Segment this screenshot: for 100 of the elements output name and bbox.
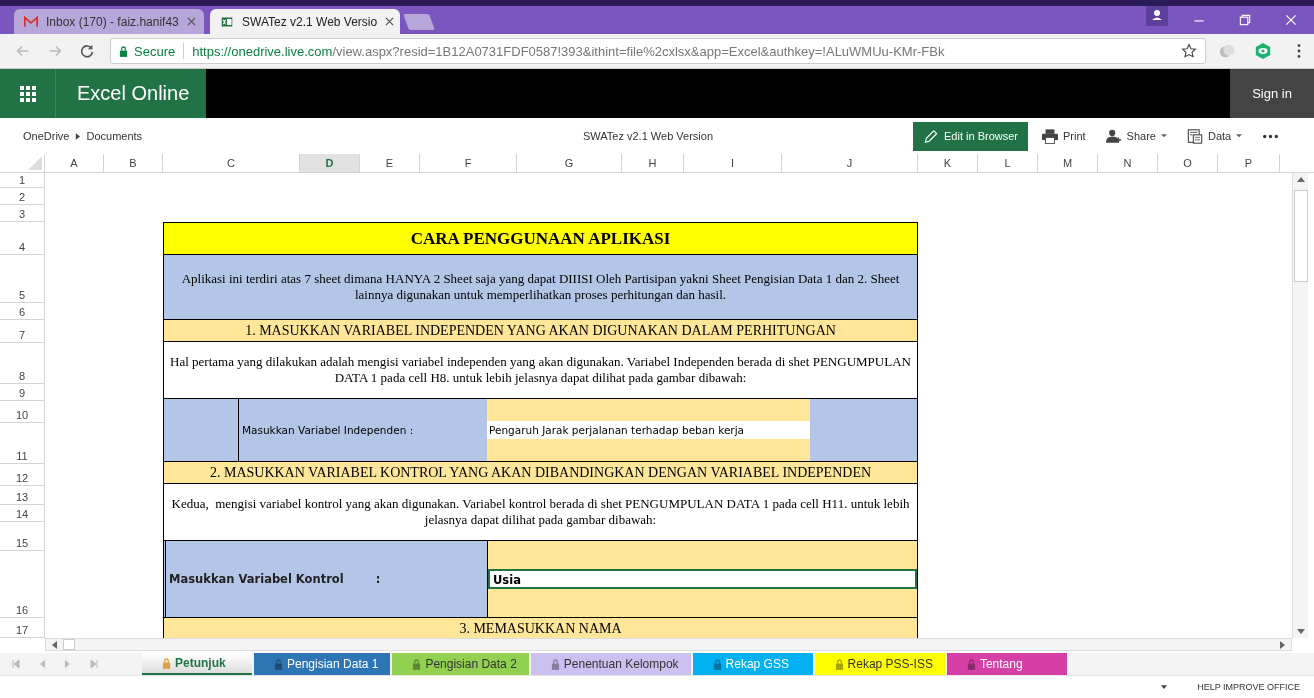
lock-icon bbox=[966, 658, 976, 670]
lock-icon bbox=[412, 658, 422, 670]
toolbar-button[interactable]: Print bbox=[1032, 121, 1096, 151]
section-heading: 2. MASUKKAN VARIABEL KONTROL YANG AKAN DIBANDINGKAN DENGAN VARIABEL INDEPENDEN bbox=[163, 462, 918, 484]
input-field[interactable]: Pengaruh Jarak perjalanan terhadap beban kerja bbox=[487, 421, 810, 439]
left-arrow-icon[interactable] bbox=[52, 640, 57, 649]
breadcrumb-link[interactable]: OneDrive bbox=[23, 130, 70, 142]
lock-icon bbox=[834, 658, 844, 670]
row-header[interactable]: 14 bbox=[0, 505, 44, 522]
right-arrow-icon[interactable] bbox=[1280, 640, 1285, 649]
new-tab-button[interactable] bbox=[403, 14, 435, 30]
breadcrumb-link[interactable]: Documents bbox=[86, 130, 143, 142]
toolbar-button[interactable]: Edit in Browser bbox=[913, 121, 1028, 151]
person-add-icon bbox=[1105, 128, 1122, 144]
profile-icon[interactable] bbox=[1146, 6, 1168, 26]
row-header[interactable]: 7 bbox=[0, 320, 44, 343]
first-sheet-icon[interactable] bbox=[12, 660, 20, 668]
instruction-paragraph: Hal pertama yang dilakukan adalah mengisi variabel independen yang akan digunakan. Variabel Independen berada di shet PENGUMPULAN DATA 1 pada cell H8. untuk lebih jelasnya dapat dilihat pada gambar dibawah: bbox=[163, 342, 918, 399]
up-arrow-icon[interactable] bbox=[1296, 177, 1305, 182]
caret-icon[interactable] bbox=[1161, 685, 1168, 689]
address-field[interactable]: Secure https://onedrive.live.com/view.aspx?resid=1B12A0731FDF0587!393&ithint=file%2cxlsx&app=Excel&authkey=!ALuWMUu-KMr-FBk bbox=[110, 38, 1206, 64]
column-header[interactable]: M bbox=[1038, 154, 1098, 172]
spreadsheet-icon bbox=[220, 15, 234, 28]
row-header[interactable]: 2 bbox=[0, 188, 44, 205]
printer-icon bbox=[1042, 128, 1058, 144]
column-header[interactable]: H bbox=[622, 154, 684, 172]
previous-sheet-icon[interactable] bbox=[38, 660, 46, 668]
sign-in-button[interactable]: Sign in bbox=[1230, 69, 1314, 118]
toolbar-button[interactable]: Share bbox=[1095, 121, 1177, 151]
mail-icon bbox=[24, 15, 38, 28]
sheet-tab[interactable]: Penentuan Kelompok bbox=[530, 653, 691, 675]
column-header[interactable]: O bbox=[1158, 154, 1218, 172]
document-title: SWATez v2.1 Web Version bbox=[583, 130, 715, 142]
input-field[interactable]: Usia bbox=[488, 569, 917, 589]
grid-icon bbox=[19, 85, 36, 102]
close-icon[interactable] bbox=[385, 17, 395, 26]
lock-icon bbox=[712, 658, 722, 670]
sheet-tab[interactable]: Pengisian Data 1 bbox=[254, 653, 391, 675]
sheet-tab[interactable]: Rekap PSS-ISS bbox=[814, 653, 945, 675]
row-header[interactable]: 11 bbox=[0, 423, 44, 464]
column-header[interactable]: E bbox=[360, 154, 420, 172]
next-sheet-icon[interactable] bbox=[64, 660, 72, 668]
pencil-icon bbox=[923, 128, 939, 144]
sheet-tab[interactable]: Pengisian Data 2 bbox=[392, 653, 529, 675]
row-header[interactable]: 3 bbox=[0, 205, 44, 222]
sheet-tab[interactable]: Petunjuk bbox=[142, 653, 252, 675]
reload-icon[interactable] bbox=[78, 42, 96, 60]
column-header[interactable]: B bbox=[104, 154, 163, 172]
last-sheet-icon[interactable] bbox=[90, 660, 98, 668]
intro-paragraph: Aplikasi ini terdiri atas 7 sheet dimana HANYA 2 Sheet saja yang dapat DIIISI Oleh Partisipan yakni Sheet Pengisian Data 1 dan 2. Sheet lainnya digunakan untuk memperlihatkan proses perhitungan dan hasil. bbox=[163, 255, 918, 320]
column-header[interactable]: P bbox=[1218, 154, 1280, 172]
row-header[interactable]: 12 bbox=[0, 464, 44, 486]
row-header[interactable]: 16 bbox=[0, 551, 44, 618]
down-arrow-icon[interactable] bbox=[1296, 629, 1305, 634]
close-icon[interactable] bbox=[186, 17, 196, 26]
column-header[interactable]: G bbox=[517, 154, 622, 172]
column-header[interactable]: K bbox=[918, 154, 978, 172]
browser-tab[interactable]: Inbox (170) - faiz.hanif43 bbox=[14, 9, 204, 34]
column-header[interactable]: F bbox=[420, 154, 517, 172]
toolbar-button[interactable]: Data bbox=[1176, 121, 1253, 151]
instruction-paragraph: Kedua, mengisi variabel kontrol yang akan digunakan. Variabel kontrol berada di shet PENGUMPULAN DATA 1 pada cell H11. untuk lebih jelasnya dapat dilihat pada gambar dibawah: bbox=[163, 484, 918, 541]
row-header[interactable]: 9 bbox=[0, 384, 44, 401]
vertical-scrollbar[interactable] bbox=[1292, 173, 1308, 638]
lock-icon bbox=[162, 657, 171, 669]
lock-icon bbox=[119, 45, 128, 57]
sheet-title: CARA PENGGUNAAN APLIKASI bbox=[163, 222, 918, 255]
row-header[interactable]: 4 bbox=[0, 222, 44, 255]
more-options-icon[interactable] bbox=[1262, 133, 1280, 139]
column-header[interactable]: L bbox=[978, 154, 1038, 172]
sheet-tab[interactable]: Tentang bbox=[946, 653, 1067, 675]
caret-icon bbox=[75, 132, 81, 140]
section-heading: 1. MASUKKAN VARIABEL INDEPENDEN YANG AKAN DIGUNAKAN DALAM PERHITUNGAN bbox=[163, 320, 918, 342]
row-header[interactable]: 5 bbox=[0, 255, 44, 303]
scrollbar-thumb[interactable] bbox=[63, 639, 75, 650]
app-name[interactable]: Excel Online bbox=[56, 69, 206, 118]
section-heading: 3. MEMASUKKAN NAMA bbox=[163, 618, 918, 638]
browser-tab[interactable]: SWATez v2.1 Web Versio bbox=[210, 9, 400, 34]
row-header[interactable]: 1 bbox=[0, 173, 44, 188]
eye-icon[interactable] bbox=[1254, 42, 1272, 60]
row-header[interactable]: 6 bbox=[0, 303, 44, 320]
column-header[interactable]: N bbox=[1098, 154, 1158, 172]
star-icon[interactable] bbox=[1181, 43, 1197, 59]
row-header[interactable]: 10 bbox=[0, 401, 44, 423]
help-improve-link[interactable]: HELP IMPROVE OFFICE bbox=[1197, 682, 1300, 692]
data-table-icon bbox=[1186, 128, 1203, 144]
column-header[interactable]: D bbox=[300, 154, 360, 172]
app-launcher-button[interactable] bbox=[0, 69, 56, 118]
column-header[interactable]: J bbox=[782, 154, 918, 172]
row-header[interactable]: 17 bbox=[0, 618, 44, 638]
column-header[interactable]: I bbox=[684, 154, 782, 172]
column-header[interactable]: A bbox=[45, 154, 104, 172]
scrollbar-thumb[interactable] bbox=[1293, 190, 1308, 282]
horizontal-scrollbar[interactable] bbox=[45, 638, 1292, 651]
row-header[interactable]: 13 bbox=[0, 486, 44, 505]
lock-icon bbox=[550, 658, 560, 670]
extension-icon[interactable] bbox=[1218, 42, 1236, 60]
row-header[interactable]: 15 bbox=[0, 522, 44, 551]
row-header[interactable]: 8 bbox=[0, 343, 44, 384]
field-label: Masukkan Variabel Independen : bbox=[241, 423, 415, 438]
lock-icon bbox=[274, 658, 283, 670]
